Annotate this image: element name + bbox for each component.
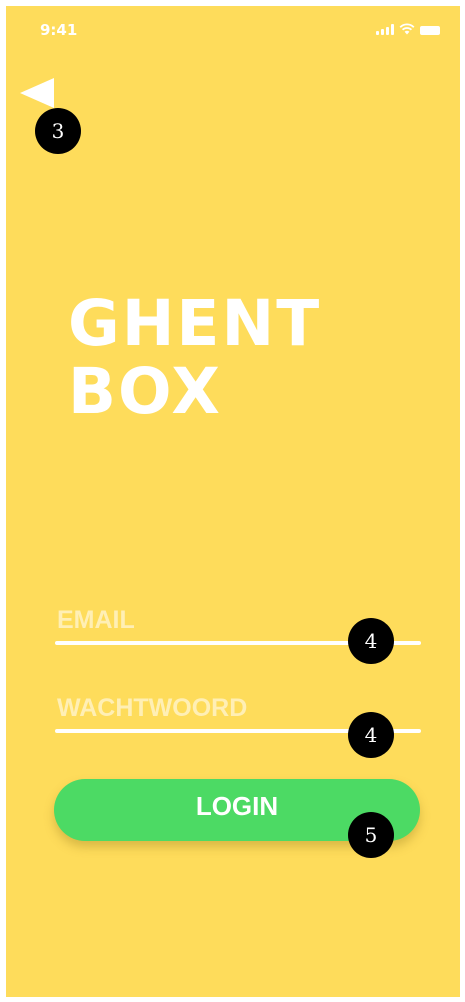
app-title-line-2: BOX	[68, 355, 222, 428]
annotation-marker-email: 4	[348, 618, 394, 664]
app-title: GHENT BOX	[68, 290, 321, 426]
back-arrow-icon	[20, 78, 54, 108]
status-bar: 9:41	[6, 6, 460, 50]
wifi-icon	[399, 23, 415, 35]
status-icons	[376, 23, 440, 35]
battery-icon	[420, 26, 440, 35]
status-time: 9:41	[40, 21, 78, 39]
annotation-marker-login: 5	[348, 812, 394, 858]
app-title-line-1: GHENT	[68, 287, 322, 360]
annotation-marker-back: 3	[35, 108, 81, 154]
signal-icon	[376, 24, 394, 35]
back-button[interactable]	[20, 72, 60, 112]
annotation-marker-password: 4	[348, 712, 394, 758]
login-screen: 9:41 GHENT BOX LOGIN	[6, 6, 460, 997]
